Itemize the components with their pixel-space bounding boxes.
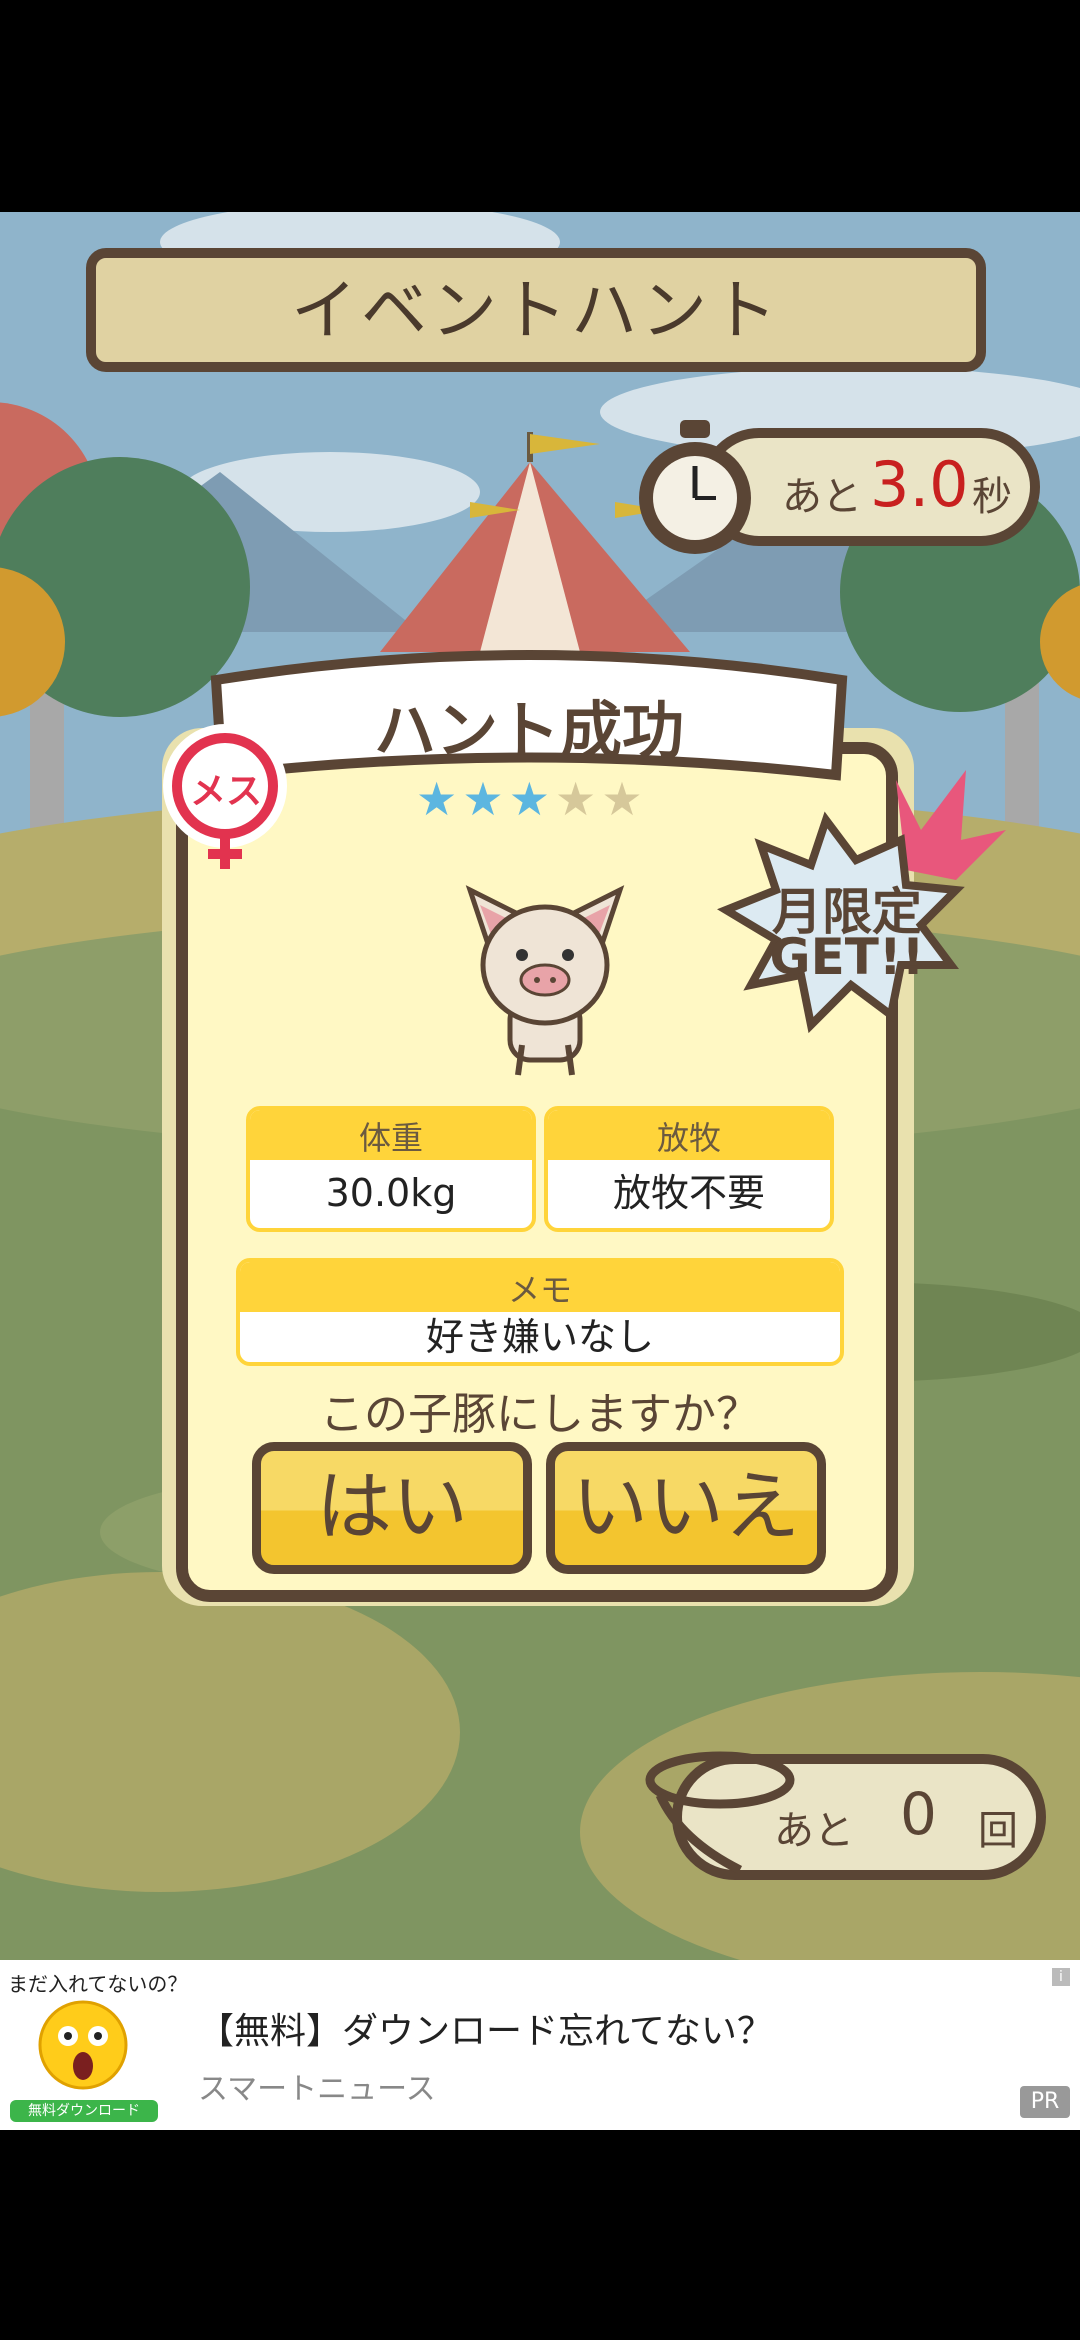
no-button[interactable]: いいえ <box>546 1442 826 1574</box>
rarity-stars: ★ ★ ★ ★ ★ <box>416 772 643 828</box>
timer-value: 3.0 <box>870 448 969 521</box>
stopwatch-icon <box>636 420 754 560</box>
piglet-image <box>450 870 640 1080</box>
star-empty-icon: ★ <box>555 772 597 826</box>
star-filled-icon: ★ <box>508 772 550 826</box>
shocked-face-icon <box>38 2000 128 2090</box>
gender-label: メス <box>190 771 263 812</box>
ad-banner[interactable]: まだ入れてないの？ 無料ダウンロード 【無料】ダウンロード忘れてない？ スマート… <box>0 1960 1080 2130</box>
weight-value: 30.0kg <box>325 1171 457 1215</box>
timer-unit: 秒 <box>972 474 1012 520</box>
ad-download-label: 無料ダウンロード <box>28 2103 140 2119</box>
ad-download-badge: 無料ダウンロード <box>10 2100 158 2122</box>
lasso-icon <box>620 1740 800 1880</box>
remaining-unit: 回 <box>978 1808 1018 1854</box>
header-sign: イベントハント <box>86 248 986 372</box>
weight-label: 体重 <box>250 1110 532 1160</box>
memo-label: メモ <box>240 1262 840 1312</box>
pasture-value: 放牧不要 <box>612 1171 765 1215</box>
remaining-value: 0 <box>900 1780 937 1848</box>
gender-badge: メス <box>160 724 290 874</box>
ad-caption: まだ入れてないの？ <box>8 1972 188 1996</box>
ad-source: スマートニュース <box>198 2072 436 2107</box>
pasture-label: 放牧 <box>548 1110 830 1160</box>
ad-info-icon[interactable]: i <box>1052 1968 1070 1986</box>
yes-button[interactable]: はい <box>252 1442 532 1574</box>
memo-card: メモ 好き嫌いなし <box>236 1258 844 1366</box>
confirm-question: この子豚にしますか？ <box>320 1389 760 1440</box>
weight-card: 体重 30.0kg <box>246 1106 536 1232</box>
star-filled-icon: ★ <box>462 772 504 826</box>
limited-badge-line2: GET!! <box>769 928 925 986</box>
ad-title[interactable]: 【無料】ダウンロード忘れてない？ <box>198 2002 773 2054</box>
star-empty-icon: ★ <box>601 772 643 826</box>
pasture-card: 放牧 放牧不要 <box>544 1106 834 1232</box>
star-filled-icon: ★ <box>416 772 458 826</box>
page-title: イベントハント <box>291 272 781 349</box>
memo-value: 好き嫌いなし <box>425 1315 654 1359</box>
limited-badge: 月限定 GET!! <box>706 760 1016 1060</box>
timer-prefix: あと <box>782 474 862 520</box>
ad-pr-badge: PR <box>1020 2086 1070 2118</box>
